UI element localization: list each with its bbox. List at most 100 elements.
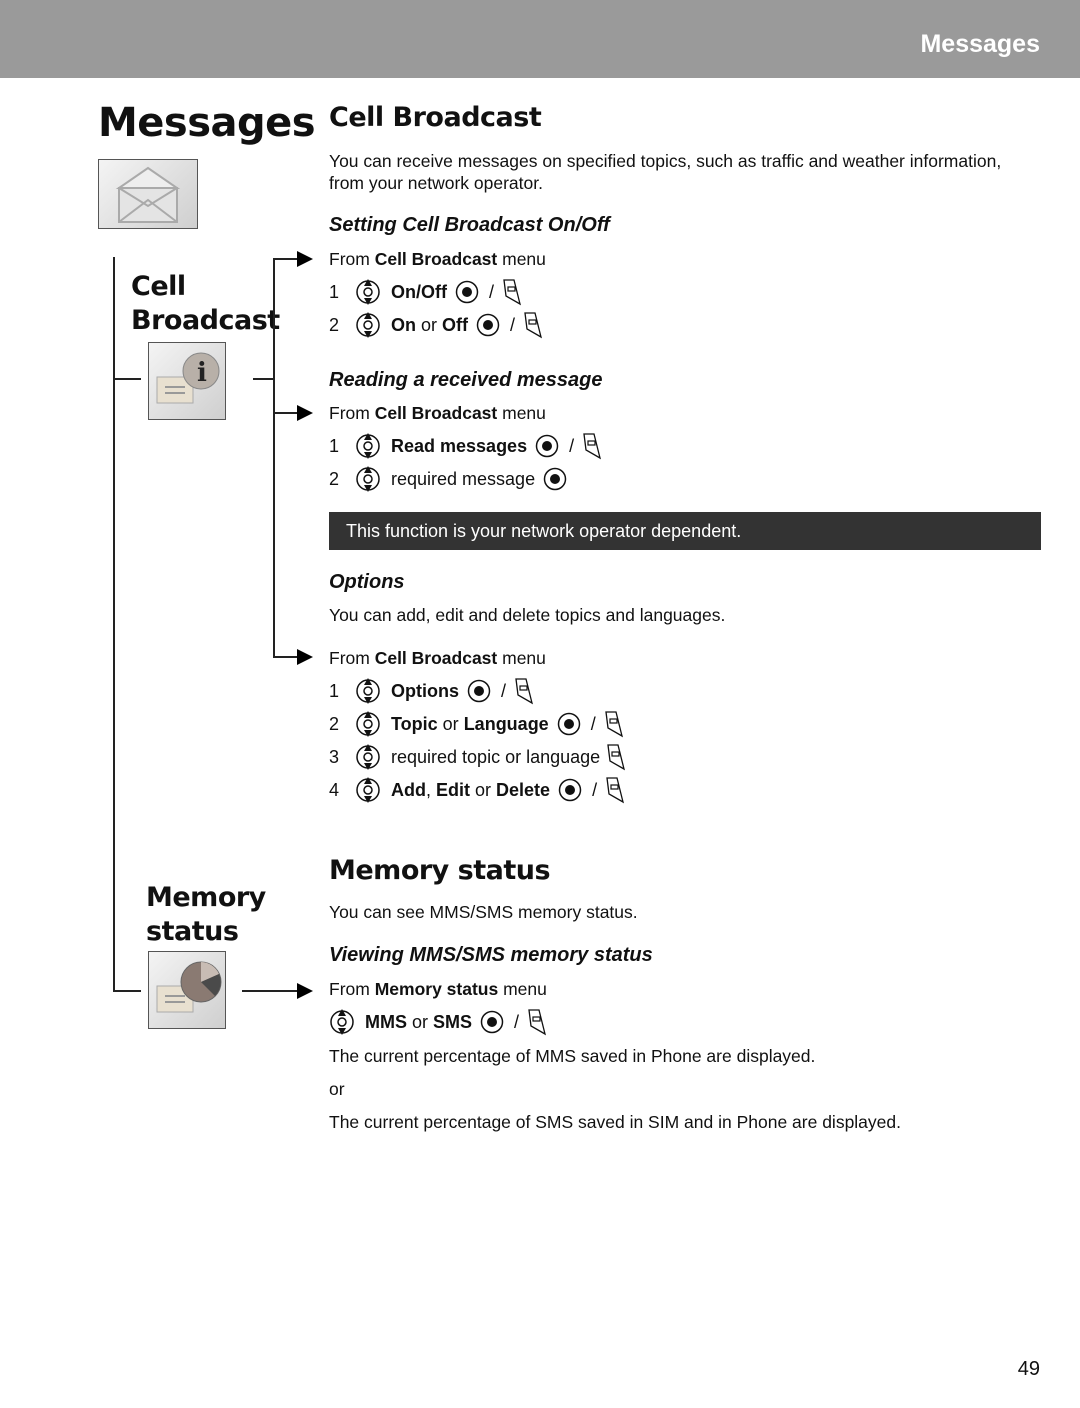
connector-line — [113, 378, 141, 380]
or-separator: / — [489, 281, 495, 302]
step-text: required message — [391, 468, 536, 489]
step-row: 2 Topic or Language / — [329, 710, 624, 738]
menu-item-label: Read messages — [391, 435, 528, 456]
from-menu-line: From Cell Broadcast menu — [329, 403, 546, 423]
step-text: or — [470, 779, 497, 800]
step-number: 2 — [329, 314, 340, 335]
from-menu-line: From Cell Broadcast menu — [329, 648, 546, 668]
soft-key-icon — [527, 1008, 547, 1036]
connector-line — [273, 656, 297, 658]
or-separator: / — [510, 314, 516, 335]
connector-line — [242, 990, 298, 992]
connector-line — [273, 412, 297, 414]
arrow-icon — [297, 983, 313, 999]
menu-item-label: MMS — [365, 1011, 407, 1032]
menu-item-label: Language — [463, 713, 549, 734]
or-separator: / — [514, 1011, 520, 1032]
connector-line — [273, 258, 297, 260]
arrow-icon — [297, 405, 313, 421]
center-select-key-icon — [543, 467, 567, 491]
or-text: or — [329, 1079, 345, 1099]
center-select-key-icon — [557, 712, 581, 736]
soft-key-icon — [514, 677, 534, 705]
from-menu-line: From Cell Broadcast menu — [329, 249, 546, 269]
soft-key-icon — [502, 278, 522, 306]
cell-broadcast-intro: You can receive messages on specified to… — [329, 151, 1002, 193]
menu-item-label: On — [391, 314, 416, 335]
step-number: 2 — [329, 713, 340, 734]
arrow-icon — [297, 251, 313, 267]
step-row: 4 Add, Edit or Delete / — [329, 776, 625, 804]
step-row: 1 Read messages / — [329, 432, 602, 460]
step-row: 2 required message — [329, 465, 575, 493]
navigation-key-icon — [355, 743, 381, 771]
tree-trunk-line — [113, 257, 115, 992]
or-separator: / — [590, 713, 596, 734]
menu-item-label: Add — [391, 779, 426, 800]
menu-item-label: SMS — [433, 1011, 473, 1032]
menu-item-label: Off — [442, 314, 469, 335]
section-title-memory-status: Memory status — [329, 855, 551, 886]
soft-key-icon — [606, 743, 626, 771]
center-select-key-icon — [467, 679, 491, 703]
side-label-cell-broadcast: Cell Broadcast — [131, 271, 280, 336]
navigation-key-icon — [355, 278, 381, 306]
menu-item-label: Delete — [496, 779, 551, 800]
memory-status-intro: You can see MMS/SMS memory status. — [329, 902, 638, 922]
result-sms-text: The current percentage of SMS saved in S… — [329, 1112, 901, 1132]
navigation-key-icon — [355, 432, 381, 460]
step-text: or — [416, 314, 443, 335]
pie-chart-message-icon — [148, 951, 226, 1029]
step-text: , — [426, 779, 437, 800]
step-number: 1 — [329, 281, 340, 302]
page-number: 49 — [1017, 1358, 1040, 1380]
header-bar: Messages — [0, 0, 1080, 78]
options-intro: You can add, edit and delete topics and … — [329, 605, 726, 625]
from-menu-line: From Memory status menu — [329, 979, 547, 999]
navigation-key-icon — [355, 677, 381, 705]
step-row: MMS or SMS / — [329, 1008, 547, 1036]
or-separator: / — [501, 680, 507, 701]
center-select-key-icon — [558, 778, 582, 802]
menu-item-label: Edit — [436, 779, 471, 800]
soft-key-icon — [582, 432, 602, 460]
center-select-key-icon — [480, 1010, 504, 1034]
soft-key-icon — [523, 311, 543, 339]
soft-key-icon — [605, 776, 625, 804]
menu-item-label: Topic — [391, 713, 438, 734]
connector-line — [253, 378, 275, 380]
section-title-cell-broadcast: Cell Broadcast — [329, 102, 542, 133]
navigation-key-icon — [329, 1008, 355, 1036]
envelope-icon — [98, 159, 198, 229]
step-row: 2 On or Off / — [329, 311, 543, 339]
arrow-icon — [297, 649, 313, 665]
navigation-key-icon — [355, 311, 381, 339]
step-number: 1 — [329, 680, 340, 701]
step-text: or — [407, 1011, 434, 1032]
step-text: or — [437, 713, 464, 734]
subsection-title-options: Options — [329, 571, 405, 593]
header-title: Messages — [920, 30, 1040, 58]
navigation-key-icon — [355, 710, 381, 738]
navigation-key-icon — [355, 465, 381, 493]
center-select-key-icon — [535, 434, 559, 458]
or-separator: / — [569, 435, 575, 456]
center-select-key-icon — [455, 280, 479, 304]
or-separator: / — [592, 779, 598, 800]
soft-key-icon — [604, 710, 624, 738]
step-number: 3 — [329, 746, 340, 767]
step-number: 1 — [329, 435, 340, 456]
side-label-memory-status: Memory status — [146, 882, 266, 947]
subsection-title-viewing: Viewing MMS/SMS memory status — [329, 944, 653, 966]
subsection-title-reading: Reading a received message — [329, 369, 603, 391]
step-number: 2 — [329, 468, 340, 489]
branch-line — [273, 258, 275, 658]
center-select-key-icon — [476, 313, 500, 337]
info-message-icon: i — [148, 342, 226, 420]
step-text: required topic or language — [391, 746, 601, 767]
subsection-title-setting: Setting Cell Broadcast On/Off — [329, 214, 610, 236]
result-mms-text: The current percentage of MMS saved in P… — [329, 1046, 816, 1066]
svg-text:i: i — [197, 358, 207, 388]
step-row: 3 required topic or language — [329, 743, 626, 771]
step-number: 4 — [329, 779, 340, 800]
